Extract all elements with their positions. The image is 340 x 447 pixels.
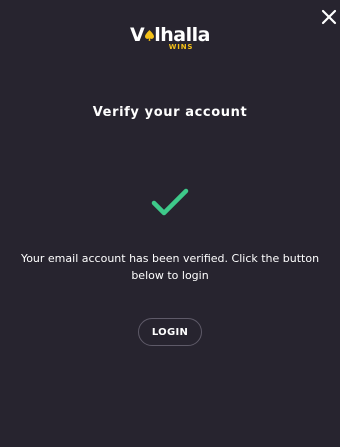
checkmark-icon (151, 188, 189, 216)
login-button[interactable]: LOGIN (138, 318, 202, 346)
logo-subtext: WINS (168, 43, 194, 51)
verification-message: Your email account has been verified. Cl… (20, 252, 320, 282)
valhalla-wins-logo: V lhalla WINS (0, 24, 340, 51)
modal-title: Verify your account (92, 105, 248, 120)
verify-account-modal: V lhalla WINS Verify your account Your e… (0, 0, 340, 447)
spade-icon (145, 29, 155, 41)
logo-text-prefix: V (130, 24, 145, 46)
